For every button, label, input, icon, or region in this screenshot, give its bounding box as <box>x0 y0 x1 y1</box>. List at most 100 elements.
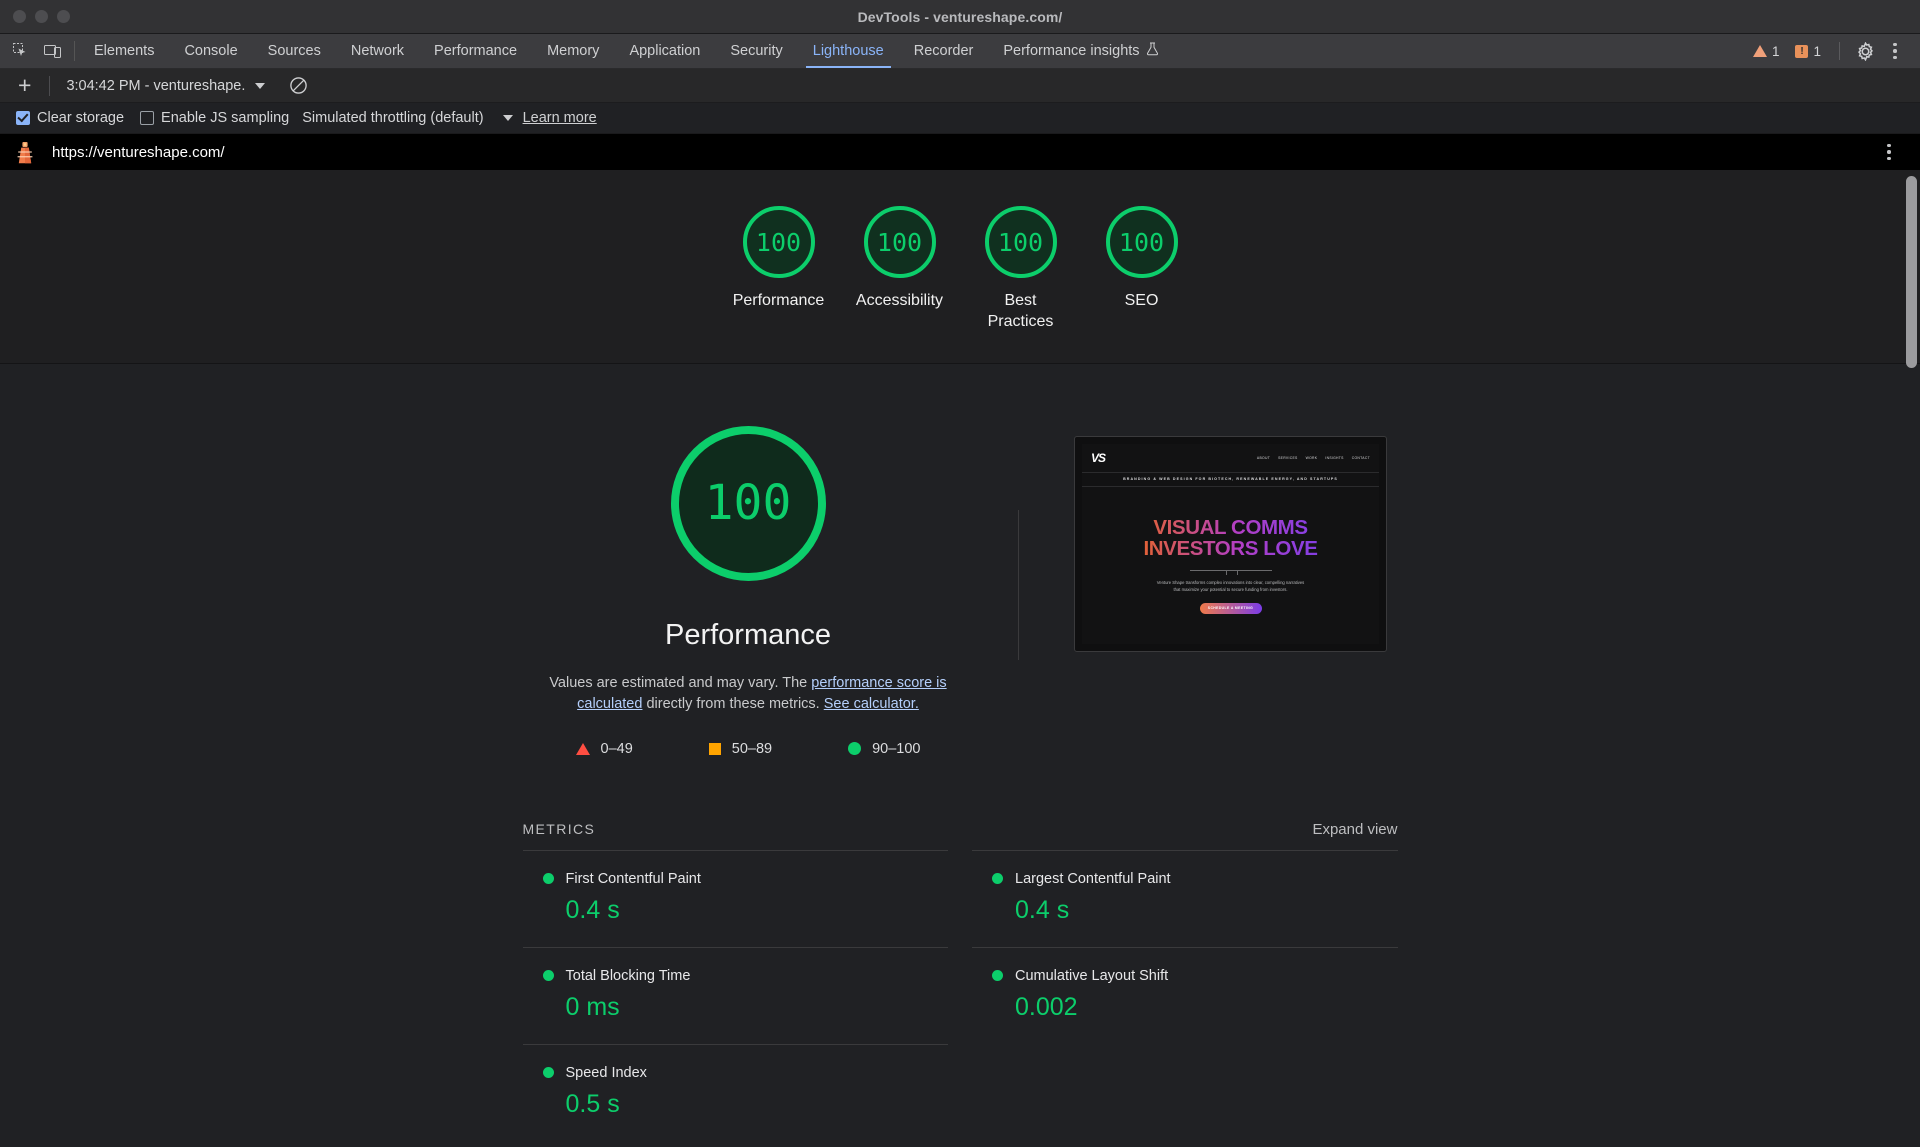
issues-badge[interactable]: ! 1 <box>1789 44 1827 59</box>
tab-sources[interactable]: Sources <box>253 34 336 68</box>
tab-memory[interactable]: Memory <box>532 34 614 68</box>
window-controls[interactable] <box>0 10 70 23</box>
performance-description: Values are estimated and may vary. The p… <box>548 673 948 715</box>
site-body-text: Venture Shape transforms complex innovat… <box>1156 580 1305 593</box>
window-title: DevTools - ventureshape.com/ <box>857 8 1063 25</box>
report-urlbar: https://ventureshape.com/ <box>0 134 1920 170</box>
gauge-ring: 100 <box>742 206 815 278</box>
lighthouse-settings-row: Clear storage Enable JS sampling Simulat… <box>0 103 1920 134</box>
nav-link: ABOUT <box>1256 455 1271 460</box>
report-run-label: 3:04:42 PM - ventureshape. <box>66 77 246 94</box>
site-headline-2: INVESTORS LOVE <box>1082 538 1379 560</box>
report-scrollbar[interactable] <box>1906 176 1917 1147</box>
hero-divider <box>1018 509 1019 660</box>
metric-name: Largest Contentful Paint <box>1015 870 1171 887</box>
close-button[interactable] <box>13 10 26 23</box>
metrics-column-right: Largest Contentful Paint 0.4 s Cumulativ… <box>948 849 1398 1141</box>
page-screenshot[interactable]: VS ABOUT SERVICES WORK INSIGHTS CONTACT … <box>1074 435 1387 652</box>
legend-range: 0–49 <box>600 740 633 757</box>
tab-label: Lighthouse <box>812 43 884 59</box>
metric-name: Total Blocking Time <box>565 967 691 984</box>
tab-label: Memory <box>547 43 600 59</box>
metric-value: 0.4 s <box>565 895 620 924</box>
gauge-ring: 100 <box>984 206 1057 278</box>
report-menu-icon[interactable] <box>1876 139 1902 165</box>
js-sampling-checkbox[interactable]: Enable JS sampling <box>132 110 297 126</box>
metric-value: 0.002 <box>1015 992 1078 1021</box>
metric-name: First Contentful Paint <box>565 870 701 887</box>
score-gauge-seo[interactable]: 100 SEO <box>1081 206 1202 333</box>
maximize-button[interactable] <box>57 10 70 23</box>
kebab-menu-icon[interactable] <box>1882 38 1908 64</box>
tab-security[interactable]: Security <box>715 34 797 68</box>
tab-network[interactable]: Network <box>336 34 419 68</box>
status-dot-pass <box>992 873 1003 885</box>
tab-label: Network <box>350 43 405 59</box>
status-dot-pass <box>542 1067 554 1079</box>
tab-performance[interactable]: Performance <box>419 34 532 68</box>
tab-performance-insights[interactable]: Performance insights <box>988 34 1173 68</box>
nav-link: WORK <box>1305 455 1318 460</box>
score-gauge-performance[interactable]: 100 Performance <box>718 206 839 333</box>
score-gauge-best-practices[interactable]: 100 Best Practices <box>960 206 1081 333</box>
clear-storage-label: Clear storage <box>37 110 125 126</box>
lighthouse-report: 100 Performance 100 Accessibility 100 Be… <box>0 170 1920 1147</box>
tab-lighthouse[interactable]: Lighthouse <box>798 34 899 68</box>
toolbar-divider <box>74 41 75 61</box>
checkbox-box <box>16 111 30 125</box>
tab-application[interactable]: Application <box>614 34 715 68</box>
status-dot-pass <box>542 970 554 982</box>
metric-speed-index[interactable]: Speed Index 0.5 s <box>522 1043 948 1141</box>
score-gauge-accessibility[interactable]: 100 Accessibility <box>839 206 960 333</box>
site-hero: VISUAL COMMS INVESTORS LOVE Venture Shap… <box>1082 487 1379 614</box>
tab-console[interactable]: Console <box>169 34 252 68</box>
new-report-button[interactable]: + <box>10 74 39 97</box>
checkbox-box <box>140 111 155 125</box>
site-tagline: BRANDING & WEB DESIGN FOR BIOTECH, RENEW… <box>1082 473 1379 487</box>
clear-storage-checkbox[interactable]: Clear storage <box>8 110 132 126</box>
clear-all-button[interactable] <box>289 76 308 95</box>
site-cta-button: SCHEDULE A MEETING <box>1199 602 1262 614</box>
circle-green-icon <box>848 742 862 756</box>
gauge-label: Performance <box>732 292 825 309</box>
warning-count: 1 <box>1771 43 1780 59</box>
learn-more-link[interactable]: Learn more <box>523 110 597 126</box>
flask-icon <box>1146 42 1159 60</box>
screenshot-content: VS ABOUT SERVICES WORK INSIGHTS CONTACT … <box>1082 443 1379 644</box>
performance-gauge: 100 <box>670 425 826 581</box>
gear-icon[interactable] <box>1852 38 1878 64</box>
minimize-button[interactable] <box>35 10 48 23</box>
chevron-down-icon[interactable] <box>502 115 513 121</box>
tab-label: Console <box>184 43 238 59</box>
warning-badge[interactable]: 1 <box>1747 44 1786 59</box>
decorative-rule <box>1189 570 1272 572</box>
tab-label: Sources <box>267 43 321 59</box>
devtools-tabbar: Elements Console Sources Network Perform… <box>0 34 1920 69</box>
tab-label: Performance insights <box>1003 43 1140 59</box>
tab-recorder[interactable]: Recorder <box>899 34 989 68</box>
metric-first-contentful-paint[interactable]: First Contentful Paint 0.4 s <box>522 849 948 947</box>
metric-largest-contentful-paint[interactable]: Largest Contentful Paint 0.4 s <box>972 849 1398 947</box>
metric-cumulative-layout-shift[interactable]: Cumulative Layout Shift 0.002 <box>972 946 1398 1044</box>
expand-view-button[interactable]: Expand view <box>1312 821 1397 838</box>
nav-link: SERVICES <box>1278 455 1298 460</box>
performance-hero: 100 Performance Values are estimated and… <box>533 425 963 757</box>
chevron-down-icon <box>255 82 266 89</box>
see-calculator-link[interactable]: See calculator. <box>824 696 919 712</box>
device-toolbar-icon[interactable] <box>42 40 64 62</box>
scrollbar-thumb[interactable] <box>1906 176 1917 368</box>
gauge-label: SEO <box>1124 292 1159 309</box>
lighthouse-toolbar: + 3:04:42 PM - ventureshape. <box>0 69 1920 103</box>
metrics-heading: METRICS <box>522 820 596 837</box>
screenshot-frame: VS ABOUT SERVICES WORK INSIGHTS CONTACT … <box>1074 435 1387 652</box>
metric-total-blocking-time[interactable]: Total Blocking Time 0 ms <box>522 946 948 1044</box>
throttling-label: Simulated throttling (default) <box>302 110 484 126</box>
js-sampling-label: Enable JS sampling <box>161 110 290 126</box>
inspect-cursor-icon[interactable] <box>10 40 32 62</box>
metric-name: Cumulative Layout Shift <box>1015 967 1169 984</box>
lighthouse-icon <box>12 138 38 166</box>
tab-elements[interactable]: Elements <box>79 34 169 68</box>
report-run-dropdown[interactable]: 3:04:42 PM - ventureshape. <box>60 78 271 94</box>
legend-average: 50–89 <box>708 741 772 757</box>
desc-text-2: directly from these metrics. <box>642 695 824 712</box>
